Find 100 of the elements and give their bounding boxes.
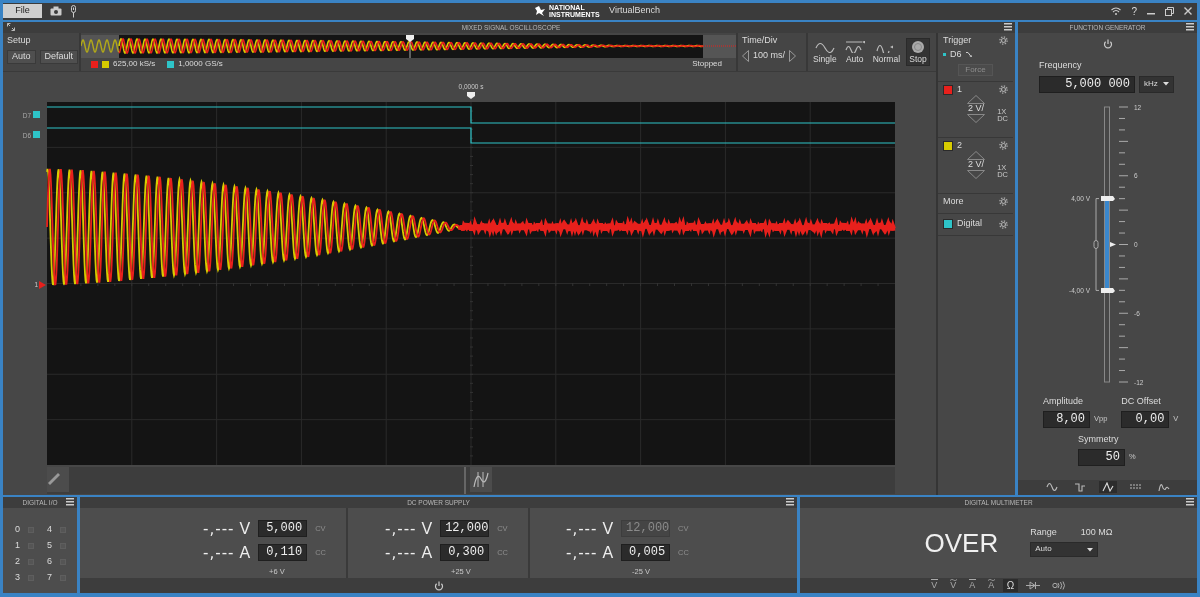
up-arrow-icon	[967, 94, 986, 104]
trigger-marker-icon[interactable]	[467, 91, 475, 99]
scale-up-button[interactable]	[967, 94, 986, 104]
auto-trigger-icon	[844, 40, 865, 53]
waveform-button[interactable]	[1098, 481, 1117, 494]
reading-value: -,---	[566, 544, 598, 562]
reading-value: -,---	[203, 544, 235, 562]
mode-button[interactable]: Stop	[906, 37, 931, 67]
mode-button[interactable]: Single	[811, 37, 839, 67]
reading-value: -,---	[203, 520, 235, 538]
amplitude-label: Amplitude	[1043, 396, 1085, 407]
function-button[interactable]: A	[964, 579, 980, 592]
power-icon[interactable]	[1102, 38, 1113, 49]
dc-offset-label: DC Offset	[1121, 396, 1162, 407]
digital-line-swatch[interactable]	[33, 130, 40, 138]
range-handle[interactable]	[1101, 287, 1115, 293]
expand-icon[interactable]	[7, 23, 15, 32]
gear-icon[interactable]	[999, 141, 1008, 151]
amplitude-field[interactable]: 8,00	[1043, 410, 1090, 428]
left-arrow-icon	[742, 49, 749, 62]
scale-down-button[interactable]	[967, 113, 986, 123]
setpoint-field[interactable]: 12,000	[440, 520, 490, 538]
channel-swatch[interactable]	[943, 140, 953, 151]
io-line-label: 3	[15, 572, 20, 583]
function-button[interactable]: V	[926, 579, 942, 592]
offset-handle[interactable]	[1110, 241, 1116, 247]
mode-button[interactable]: Normal	[870, 37, 903, 67]
range-label: Range	[1030, 528, 1057, 539]
channel-swatch[interactable]	[943, 219, 953, 230]
close-icon[interactable]	[1184, 7, 1192, 16]
sample-rate: 625,00 kS/s	[113, 59, 156, 69]
unit-label: V	[602, 520, 614, 538]
unit-label: A	[239, 544, 251, 562]
menu-icon[interactable]	[66, 498, 74, 507]
trigger-source[interactable]: D6	[950, 49, 962, 60]
scale-down-button[interactable]	[967, 169, 986, 179]
io-line-label: 2	[15, 556, 20, 567]
ruler-button[interactable]	[47, 466, 69, 492]
gear-icon[interactable]	[999, 196, 1008, 206]
channel-swatch[interactable]	[943, 84, 953, 95]
falling-edge-icon	[965, 52, 972, 58]
caret-icon	[1163, 82, 1169, 87]
continuity-icon	[1052, 581, 1067, 590]
range-dropdown[interactable]: Auto	[1030, 542, 1099, 558]
default-button[interactable]: Default	[39, 49, 79, 64]
frequency-field[interactable]: 5,000 000	[1039, 75, 1135, 93]
help-button[interactable]: ?	[1131, 5, 1137, 17]
setup-label: Setup	[7, 35, 32, 46]
unit-label: V	[239, 520, 251, 538]
channel-offset-marker[interactable]	[39, 280, 46, 289]
setpoint-field[interactable]: 0,005	[621, 544, 671, 562]
setpoint-field[interactable]: 5,000	[258, 520, 308, 538]
cursor-button[interactable]	[470, 466, 492, 492]
menu-icon[interactable]	[1186, 23, 1194, 32]
range-handle[interactable]	[1101, 195, 1115, 201]
unit-dropdown[interactable]: kHz	[1139, 75, 1174, 93]
down-arrow-icon	[967, 113, 986, 123]
symmetry-field[interactable]: 50	[1078, 448, 1125, 466]
more-label[interactable]: More	[943, 196, 964, 210]
io-line-label: 0	[15, 524, 20, 535]
function-button[interactable]: Ω	[1002, 579, 1019, 592]
reading-value: -,---	[385, 544, 417, 562]
io-line-label: 4	[47, 524, 52, 535]
camera-icon[interactable]	[50, 6, 62, 17]
channel-scale: 2 V/	[968, 103, 985, 114]
unit-label: A	[602, 544, 614, 562]
link-bracket[interactable]	[1093, 197, 1100, 291]
frequency-label: Frequency	[1039, 60, 1083, 71]
ruler-icon	[47, 472, 61, 487]
dc-offset-field[interactable]: 0,00	[1121, 410, 1170, 428]
mode-button[interactable]: Auto	[842, 37, 867, 67]
decrease-button[interactable]	[742, 49, 749, 62]
menu-icon[interactable]	[1004, 23, 1012, 32]
setpoint-field[interactable]: 0,110	[258, 544, 308, 562]
scale-up-button[interactable]	[967, 150, 986, 160]
triangle-wave-icon	[1101, 482, 1114, 493]
logo-icon	[535, 6, 546, 17]
auto-button[interactable]: Auto	[7, 49, 36, 64]
digital-line-swatch[interactable]	[33, 110, 40, 118]
power-icon[interactable]	[433, 580, 444, 591]
caret-icon	[1087, 547, 1094, 552]
menu-icon[interactable]	[1186, 498, 1194, 507]
wifi-icon	[1111, 7, 1122, 16]
time-div-label: Time/Div	[742, 35, 779, 46]
file-menu[interactable]: File	[3, 4, 42, 19]
gear-icon[interactable]	[999, 35, 1008, 45]
function-button[interactable]: A	[983, 579, 999, 592]
window-title: VirtualBench	[609, 6, 660, 17]
probe-icon[interactable]	[70, 4, 77, 18]
menu-icon[interactable]	[786, 498, 794, 507]
io-line-label: 7	[47, 572, 52, 583]
restore-icon[interactable]	[1165, 6, 1174, 16]
function-button[interactable]: V	[945, 579, 961, 592]
symmetry-label: Symmetry	[1078, 434, 1120, 445]
gear-icon[interactable]	[999, 219, 1008, 229]
gear-icon[interactable]	[999, 85, 1008, 95]
sine-wave-icon	[1045, 482, 1058, 493]
io-line-label: 1	[15, 540, 20, 551]
increase-button[interactable]	[789, 49, 796, 62]
setpoint-field[interactable]: 0,300	[440, 544, 490, 562]
